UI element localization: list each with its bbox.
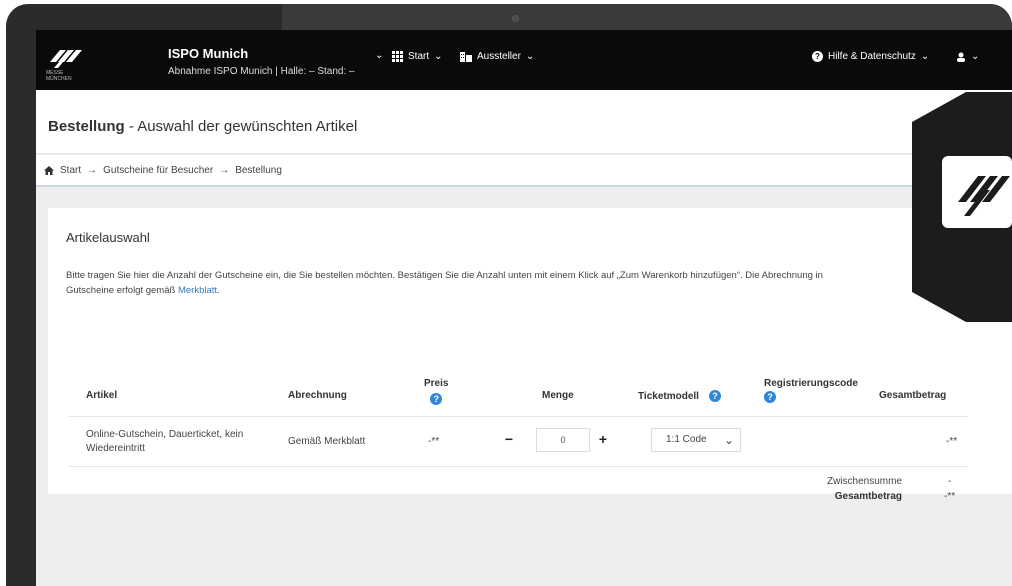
user-menu[interactable]: ⌄ xyxy=(956,51,979,62)
article-selection-card: Artikelauswahl Bitte tragen Sie hier die… xyxy=(48,208,1012,502)
chevron-down-icon: ⌄ xyxy=(723,433,734,447)
ticketmodell-value: 1:1 Code xyxy=(666,434,707,445)
logo-text: MESSE MÜNCHEN xyxy=(46,70,72,82)
header-gesamtbetrag: Gesamtbetrag xyxy=(879,390,947,401)
table-row-gesamt: -** xyxy=(946,436,958,447)
quantity-input[interactable]: 0 xyxy=(536,428,590,452)
header-artikel: Artikel xyxy=(86,390,118,401)
page-title: Bestellung - Auswahl der gewünschten Art… xyxy=(48,118,357,135)
arrow-right-icon: → xyxy=(87,165,98,176)
chevron-down-icon: ⌄ xyxy=(920,51,930,62)
gesamtbetrag-value: -** xyxy=(944,491,956,502)
project-dropdown-chevron-down-icon[interactable]: ⌄ xyxy=(375,50,383,61)
device-frame: MESSE MÜNCHEN ISPO Munich Abnahme ISPO M… xyxy=(0,0,1012,586)
grid-icon xyxy=(392,51,403,62)
intro-text: Bitte tragen Sie hier die Anzahl der Gut… xyxy=(66,268,946,298)
ticketmodell-select[interactable]: 1:1 Code ⌄ xyxy=(651,428,741,452)
gesamtbetrag-label: Gesamtbetrag xyxy=(834,491,902,502)
card-heading: Artikelauswahl xyxy=(66,230,150,245)
intro-line1: Bitte tragen Sie hier die Anzahl der Gut… xyxy=(66,270,823,281)
breadcrumb-bestellung: Bestellung xyxy=(235,165,282,176)
page-title-rest: - Auswahl der gewünschten Artikel xyxy=(124,118,358,135)
header-ticketmodell-label: Ticketmodell xyxy=(638,390,699,402)
quantity-increase-button[interactable]: + xyxy=(594,430,612,448)
header-menge: Menge xyxy=(542,390,574,401)
table-row-abrechnung: Gemäß Merkblatt xyxy=(288,436,366,447)
chevron-down-icon: ⌄ xyxy=(525,51,535,62)
building-icon xyxy=(460,52,472,62)
preis-help-icon[interactable]: ? xyxy=(430,393,443,405)
quantity-decrease-button[interactable]: − xyxy=(500,430,518,448)
nav-start-label: Start xyxy=(408,51,430,62)
artikel-line2: Wiedereintritt xyxy=(86,443,145,454)
bezel-top xyxy=(282,4,1012,30)
top-navigation: MESSE MÜNCHEN ISPO Munich Abnahme ISPO M… xyxy=(36,30,1012,90)
chevron-down-icon: ⌄ xyxy=(971,51,980,62)
user-icon xyxy=(957,52,965,62)
browser-screen: MESSE MÜNCHEN ISPO Munich Abnahme ISPO M… xyxy=(36,30,1012,586)
table-row-preis: -** xyxy=(428,436,440,447)
zwischensumme-value: - xyxy=(948,476,952,487)
header-ticketmodell: Ticketmodell ? xyxy=(638,390,721,402)
app-title: ISPO Munich xyxy=(168,46,249,61)
nav-help-label: Hilfe & Datenschutz xyxy=(828,51,916,62)
page-header: Bestellung - Auswahl der gewünschten Art… xyxy=(36,90,1012,154)
decorative-badge-icon xyxy=(912,92,1012,322)
header-divider xyxy=(68,416,968,417)
arrow-right-icon: → xyxy=(219,165,230,176)
breadcrumb-gutscheine[interactable]: Gutscheine für Besucher xyxy=(103,165,213,176)
nav-aussteller-label: Aussteller xyxy=(477,51,521,62)
breadcrumb-start[interactable]: Start xyxy=(60,165,81,176)
registrierungscode-help-icon[interactable]: ? xyxy=(764,391,776,403)
header-preis-label: Preis xyxy=(424,378,449,389)
zwischensumme-label: Zwischensumme xyxy=(826,476,902,487)
chevron-down-icon: ⌄ xyxy=(434,51,443,62)
nav-start[interactable]: Start ⌄ xyxy=(392,51,443,62)
header-preis: Preis ? xyxy=(424,378,448,405)
app-subtitle: Abnahme ISPO Munich | Halle: – Stand: – xyxy=(168,66,355,77)
row-divider xyxy=(68,466,968,467)
header-abrechnung: Abrechnung xyxy=(288,390,347,401)
merkblatt-link[interactable]: Merkblatt xyxy=(178,285,217,296)
header-registrierungscode-label: Registrierungscode xyxy=(764,378,858,389)
intro-line2: Gutscheine erfolgt gemäß xyxy=(66,285,178,296)
intro-end: . xyxy=(217,285,220,296)
page-title-bold: Bestellung xyxy=(48,118,125,135)
table-row-artikel: Online-Gutschein, Dauerticket, kein Wied… xyxy=(86,428,243,456)
artikel-line1: Online-Gutschein, Dauerticket, kein xyxy=(86,429,244,440)
ticketmodell-help-icon[interactable]: ? xyxy=(708,390,721,402)
help-circle-icon: ? xyxy=(812,51,823,62)
nav-help[interactable]: ? Hilfe & Datenschutz ⌄ xyxy=(812,51,929,62)
nav-aussteller[interactable]: Aussteller ⌄ xyxy=(460,51,534,62)
camera-icon xyxy=(512,15,519,22)
breadcrumb: Start → Gutscheine für Besucher → Bestel… xyxy=(36,155,1012,187)
header-registrierungscode: Registrierungscode ? xyxy=(764,378,858,403)
home-icon[interactable] xyxy=(44,166,54,175)
